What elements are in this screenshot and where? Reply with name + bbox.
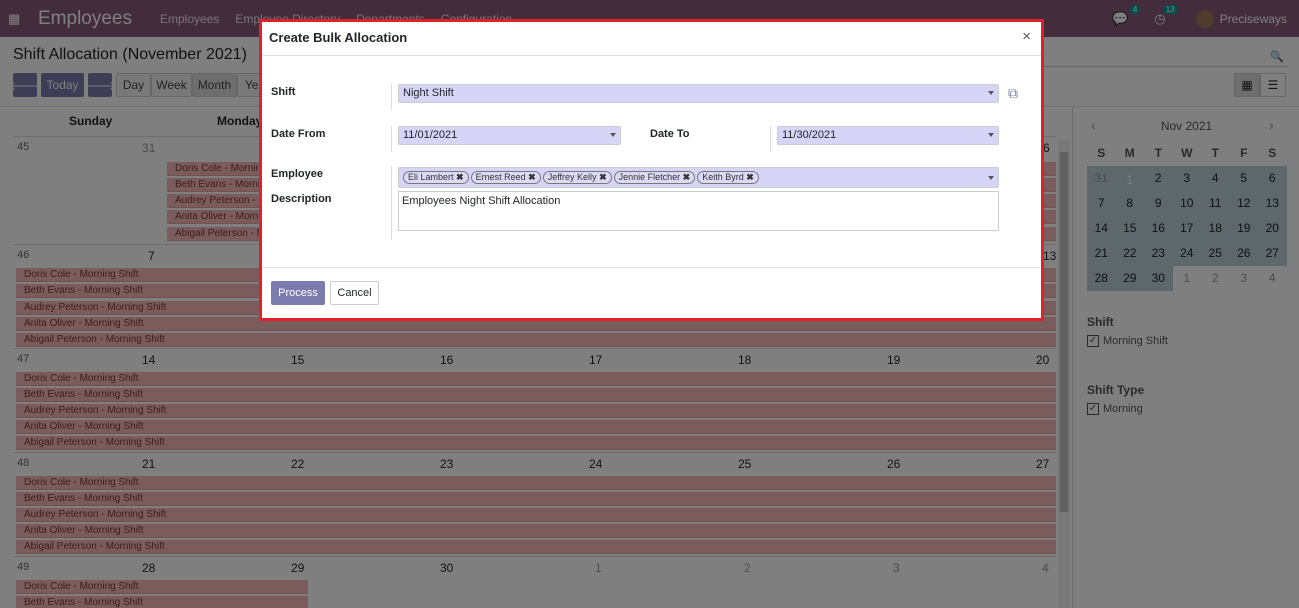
employee-tag[interactable]: Jennie Fletcher ✖ — [613, 171, 696, 184]
close-icon[interactable]: × — [1022, 28, 1031, 45]
remove-tag-icon[interactable]: ✖ — [528, 172, 536, 182]
shift-select[interactable]: Night Shift — [398, 84, 999, 103]
dialog-header: Create Bulk Allocation × — [262, 22, 1041, 56]
employee-tag[interactable]: Jeffrey Kelly ✖ — [542, 171, 612, 184]
chevron-down-icon — [610, 133, 616, 137]
tag-label: Jeffrey Kelly — [547, 172, 597, 182]
tag-label: Keith Byrd — [702, 172, 744, 182]
description-textarea[interactable]: Employees Night Shift Allocation — [398, 191, 999, 231]
date-to-label: Date To — [650, 128, 690, 140]
dialog-footer-divider — [262, 267, 1041, 268]
chevron-down-icon — [988, 91, 994, 95]
external-link-icon[interactable]: ⧉ — [1008, 85, 1018, 102]
divider — [770, 126, 771, 152]
employee-tags-input[interactable]: Eli Lambert ✖ Ernest Reed ✖ Jeffrey Kelly … — [398, 167, 999, 188]
employee-tag[interactable]: Eli Lambert ✖ — [403, 171, 469, 184]
divider — [391, 84, 392, 110]
date-from-value: 11/01/2021 — [403, 129, 458, 141]
bulk-allocation-dialog: Create Bulk Allocation × Shift Night Shi… — [259, 19, 1044, 321]
tag-label: Jennie Fletcher — [618, 172, 681, 182]
divider — [391, 166, 392, 240]
remove-tag-icon[interactable]: ✖ — [599, 172, 607, 182]
remove-tag-icon[interactable]: ✖ — [683, 172, 691, 182]
date-to-input[interactable]: 11/30/2021 — [777, 126, 999, 145]
divider — [391, 126, 392, 152]
employee-tag[interactable]: Keith Byrd ✖ — [697, 171, 759, 184]
employee-label: Employee — [271, 168, 323, 180]
remove-tag-icon[interactable]: ✖ — [746, 172, 754, 182]
remove-tag-icon[interactable]: ✖ — [456, 172, 464, 182]
cancel-button[interactable]: Cancel — [330, 281, 379, 305]
process-button[interactable]: Process — [271, 281, 325, 305]
date-to-value: 11/30/2021 — [782, 129, 837, 141]
date-from-input[interactable]: 11/01/2021 — [398, 126, 621, 145]
tag-label: Ernest Reed — [475, 172, 526, 182]
tag-label: Eli Lambert — [408, 172, 454, 182]
shift-value: Night Shift — [403, 87, 454, 99]
employee-tag[interactable]: Ernest Reed ✖ — [470, 171, 541, 184]
chevron-down-icon — [988, 176, 994, 180]
date-from-label: Date From — [271, 128, 326, 140]
shift-label: Shift — [271, 86, 296, 98]
dialog-title: Create Bulk Allocation — [269, 30, 408, 45]
chevron-down-icon — [988, 133, 994, 137]
description-label: Description — [271, 193, 332, 205]
